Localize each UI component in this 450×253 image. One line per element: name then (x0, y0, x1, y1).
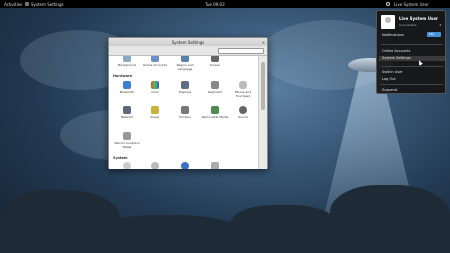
item-system-4[interactable] (201, 162, 229, 169)
item-system-3[interactable] (171, 162, 199, 169)
window-title: System Settings (171, 39, 205, 45)
background-rock (230, 205, 340, 253)
mouse-icon (239, 81, 247, 89)
window-toolbar (109, 46, 267, 56)
item-screen[interactable]: Screen (201, 56, 229, 67)
users-icon (211, 162, 219, 169)
online-accounts-icon (151, 56, 159, 62)
bluetooth-icon (123, 81, 131, 89)
power-icon[interactable] (386, 1, 390, 6)
printer-icon (181, 106, 189, 114)
displays-icon (181, 81, 189, 89)
search-input[interactable] (218, 48, 264, 54)
user-menu: Live System User Unavailable ▾ Notificat… (376, 10, 446, 94)
power-settings-icon (151, 106, 159, 114)
keyboard-icon (211, 81, 219, 89)
background-rock (100, 215, 240, 253)
item-background[interactable]: Background (113, 56, 141, 67)
wacom-tablet-icon (123, 132, 131, 140)
item-system-1[interactable] (113, 162, 141, 169)
section-system: System (113, 156, 128, 160)
scrollbar-thumb[interactable] (261, 62, 265, 110)
removable-media-icon (211, 106, 219, 114)
chevron-down-icon[interactable]: ▾ (439, 23, 441, 27)
avatar (381, 15, 395, 29)
item-system-2[interactable] (141, 162, 169, 169)
scrollbar[interactable] (258, 56, 267, 169)
user-menu-button[interactable]: Live System User (394, 2, 429, 7)
background-rock (330, 185, 450, 253)
window-titlebar[interactable]: System Settings ✕ (109, 38, 267, 46)
color-icon (151, 81, 159, 89)
item-region[interactable]: Region and Language (171, 56, 199, 71)
sound-icon (239, 106, 247, 114)
menu-item-log-out[interactable]: Log Out (382, 77, 444, 82)
app-menu-button[interactable]: System Settings (31, 2, 64, 7)
date-time-icon (123, 162, 131, 169)
item-network[interactable]: Network (113, 106, 141, 119)
menu-item-system-settings[interactable]: System Settings (379, 56, 445, 61)
item-displays[interactable]: Displays (171, 81, 199, 94)
network-icon (123, 106, 131, 114)
notifications-toggle[interactable]: ON (427, 32, 441, 37)
item-keyboard[interactable]: Keyboard (201, 81, 229, 94)
details-icon (151, 162, 159, 169)
item-mouse[interactable]: Mouse and Touchpad (229, 81, 257, 98)
clock[interactable]: Tue 09:03 (205, 2, 225, 7)
menu-item-suspend[interactable]: Suspend (382, 88, 444, 93)
menu-separator (381, 66, 443, 67)
item-wacom[interactable]: Wacom Graphics Tablet (113, 132, 141, 149)
section-hardware: Hardware (113, 74, 133, 78)
item-color[interactable]: Color (141, 81, 169, 94)
menu-user-name: Live System User (399, 16, 439, 21)
item-online-accounts[interactable]: Online Accounts (141, 56, 169, 67)
item-printers[interactable]: Printers (171, 106, 199, 119)
app-icon (25, 1, 29, 6)
status-selector[interactable]: Unavailable (399, 23, 417, 27)
item-sound[interactable]: Sound (229, 106, 257, 119)
settings-panel: Background Online Accounts Region and La… (109, 56, 259, 169)
region-icon (181, 56, 189, 62)
menu-separator (381, 44, 443, 45)
item-power[interactable]: Power (141, 106, 169, 119)
universal-access-icon (181, 162, 189, 169)
item-bluetooth[interactable]: Bluetooth (113, 81, 141, 94)
system-settings-window: System Settings ✕ Background Online Acco… (108, 37, 268, 169)
screen-icon (211, 56, 219, 62)
background-icon (123, 56, 131, 62)
activities-button[interactable]: Activities (4, 2, 22, 7)
close-icon[interactable]: ✕ (262, 40, 265, 45)
item-removable-media[interactable]: Removable Media (201, 106, 229, 119)
top-bar: Activities System Settings Tue 09:03 Liv… (0, 0, 450, 8)
menu-separator (381, 84, 443, 85)
menu-item-online-accounts[interactable]: Online Accounts (382, 49, 444, 54)
menu-item-switch-user[interactable]: Switch User (382, 70, 444, 75)
